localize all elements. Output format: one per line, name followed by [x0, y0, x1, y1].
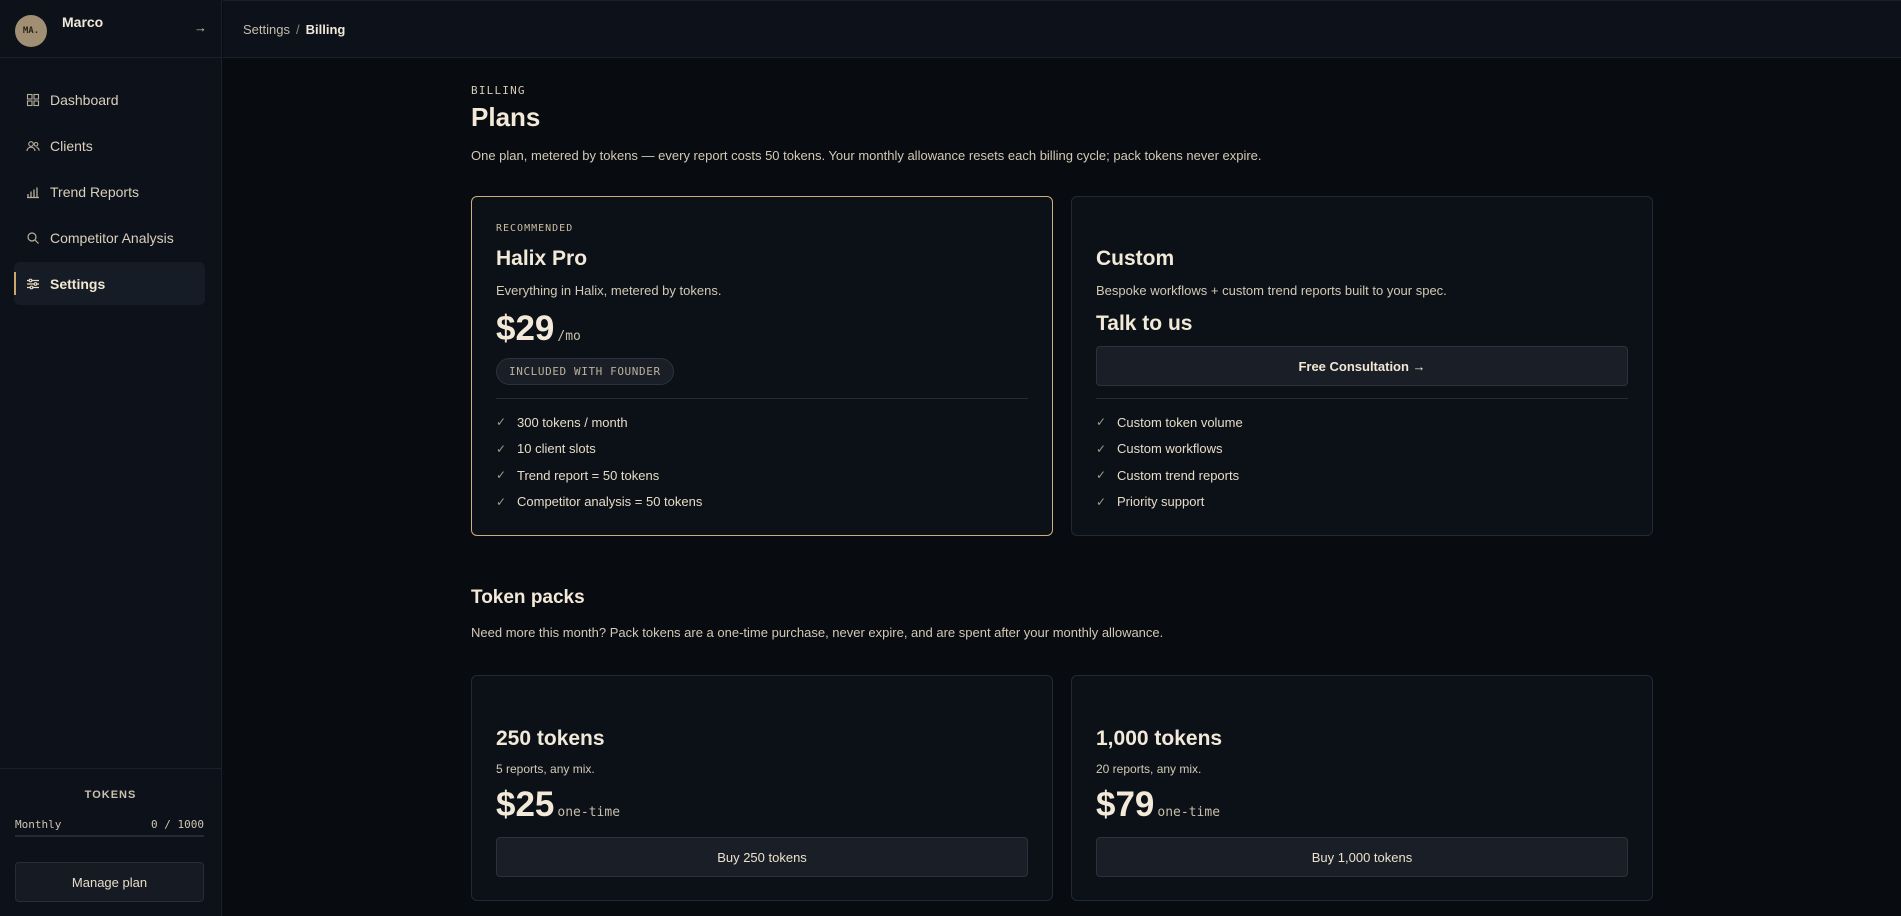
page-title: Plans [471, 102, 541, 132]
plan-badge-row: INCLUDED WITH FOUNDER [496, 358, 1028, 385]
tokens-label: Monthly [15, 818, 62, 831]
sidebar-item-clients[interactable]: Clients [14, 124, 205, 167]
plan-description: Everything in Halix, metered by tokens. [496, 283, 722, 298]
users-icon [26, 139, 40, 153]
buy-250-tokens-button[interactable]: Buy 250 tokens [496, 837, 1028, 877]
manage-plan-button[interactable]: Manage plan [15, 862, 204, 902]
plan-description: Bespoke workflows + custom trend reports… [1096, 283, 1447, 298]
section-title-token-packs: Token packs [471, 587, 585, 608]
token-usage: TOKENS Monthly 0 / 1000 Manage plan [0, 768, 221, 916]
page-eyebrow: BILLING [471, 84, 526, 97]
list-item: ✓ Custom trend reports [1096, 462, 1628, 489]
pack-card-250: 250 tokens 5 reports, any mix. $25 one-ti… [471, 675, 1053, 901]
free-consultation-button[interactable]: Free Consultation → [1096, 346, 1628, 386]
check-icon: ✓ [1096, 441, 1107, 456]
list-item: ✓ Custom workflows [1096, 436, 1628, 463]
feature-text: Competitor analysis = 50 tokens [517, 494, 703, 510]
sidebar: MA. Marco → Dashboard Clients Trend Repo… [0, 0, 222, 916]
sidebar-item-label: Settings [50, 275, 106, 292]
sidebar-nav: Dashboard Clients Trend Reports Competit… [0, 58, 221, 305]
tokens-value: 0 / 1000 [151, 818, 204, 831]
divider [1096, 398, 1628, 399]
pack-price: $25 [496, 785, 555, 824]
feature-text: Custom trend reports [1117, 467, 1240, 483]
plan-price-unit: /mo [557, 329, 581, 344]
plan-name: Halix Pro [496, 247, 588, 270]
breadcrumb-separator: / [295, 21, 300, 37]
feature-text: Trend report = 50 tokens [517, 467, 660, 483]
list-item: ✓ 300 tokens / month [496, 409, 1028, 436]
tokens-title: TOKENS [84, 789, 137, 801]
avatar[interactable]: MA. [15, 15, 47, 47]
pack-price-unit: one-time [1157, 805, 1221, 820]
sidebar-item-settings[interactable]: Settings [14, 262, 205, 305]
sidebar-item-competitor-analysis[interactable]: Competitor Analysis [14, 216, 205, 259]
status-badge: INCLUDED WITH FOUNDER [496, 358, 674, 385]
pack-description: 5 reports, any mix. [496, 762, 595, 776]
bar-chart-icon [26, 185, 40, 199]
check-icon: ✓ [1096, 494, 1107, 509]
search-icon [26, 231, 40, 245]
page-lead: One plan, metered by tokens — every repo… [471, 148, 1262, 163]
sidebar-item-label: Competitor Analysis [50, 229, 174, 246]
pack-price: $79 [1096, 785, 1155, 824]
plan-headline: Talk to us [1096, 312, 1193, 335]
logout-icon[interactable]: → [194, 20, 207, 35]
check-icon: ✓ [1096, 415, 1107, 430]
divider [496, 398, 1028, 399]
check-icon: ✓ [1096, 468, 1107, 483]
section-lead-token-packs: Need more this month? Pack tokens are a … [471, 625, 1164, 640]
list-item: ✓ Custom token volume [1096, 409, 1628, 436]
check-icon: ✓ [496, 468, 507, 483]
plan-price-row: $29/mo [496, 309, 1028, 349]
tokens-progress-bar [15, 835, 204, 837]
pack-name: 1,000 tokens [1096, 727, 1223, 750]
list-item: ✓ 10 client slots [496, 436, 1028, 463]
feature-text: Custom workflows [1117, 441, 1223, 457]
sidebar-item-dashboard[interactable]: Dashboard [14, 78, 205, 121]
check-icon: ✓ [496, 441, 507, 456]
feature-list: ✓ 300 tokens / month ✓ 10 client slots ✓ Tr… [496, 409, 1028, 515]
sidebar-item-trend-reports[interactable]: Trend Reports [14, 170, 205, 213]
plan-price: $29 [496, 309, 555, 348]
grid-icon [26, 93, 40, 107]
plan-name: Custom [1096, 247, 1175, 270]
list-item: ✓ Priority support [1096, 489, 1628, 516]
sidebar-item-label: Clients [50, 137, 93, 154]
sliders-icon [26, 277, 40, 291]
tokens-row: Monthly 0 / 1000 [15, 818, 204, 831]
feature-text: 10 client slots [517, 441, 596, 457]
pack-price-row: $25 one-time [496, 785, 1028, 825]
feature-text: Priority support [1117, 494, 1205, 510]
feature-text: 300 tokens / month [517, 414, 628, 430]
breadcrumb-settings[interactable]: Settings [243, 22, 290, 37]
breadcrumb: Settings / Billing [223, 0, 1901, 58]
pack-price-row: $79 one-time [1096, 785, 1628, 825]
list-item: ✓ Competitor analysis = 50 tokens [496, 489, 1028, 516]
plan-card-custom: Custom Bespoke workflows + custom trend … [1071, 196, 1653, 536]
pack-price-unit: one-time [557, 805, 621, 820]
pack-name: 250 tokens [496, 727, 605, 750]
buy-1000-tokens-button[interactable]: Buy 1,000 tokens [1096, 837, 1628, 877]
sidebar-item-label: Trend Reports [50, 183, 139, 200]
avatar-initials: MA [22, 26, 34, 36]
check-icon: ✓ [496, 415, 507, 430]
user-name: Marco [62, 14, 104, 30]
sidebar-item-label: Dashboard [50, 91, 119, 108]
pack-description: 20 reports, any mix. [1096, 762, 1202, 776]
breadcrumb-billing: Billing [305, 21, 346, 37]
user-header: MA. Marco → [0, 0, 221, 58]
pack-card-1000: 1,000 tokens 20 reports, any mix. $79 one… [1071, 675, 1653, 901]
check-icon: ✓ [496, 494, 507, 509]
feature-text: Custom token volume [1117, 414, 1243, 430]
feature-list: ✓ Custom token volume ✓ Custom workflows ✓… [1096, 409, 1628, 515]
plan-eyebrow: RECOMMENDED [496, 223, 574, 234]
plan-card-pro: RECOMMENDED Halix Pro Everything in Hali… [471, 196, 1053, 536]
list-item: ✓ Trend report = 50 tokens [496, 462, 1028, 489]
